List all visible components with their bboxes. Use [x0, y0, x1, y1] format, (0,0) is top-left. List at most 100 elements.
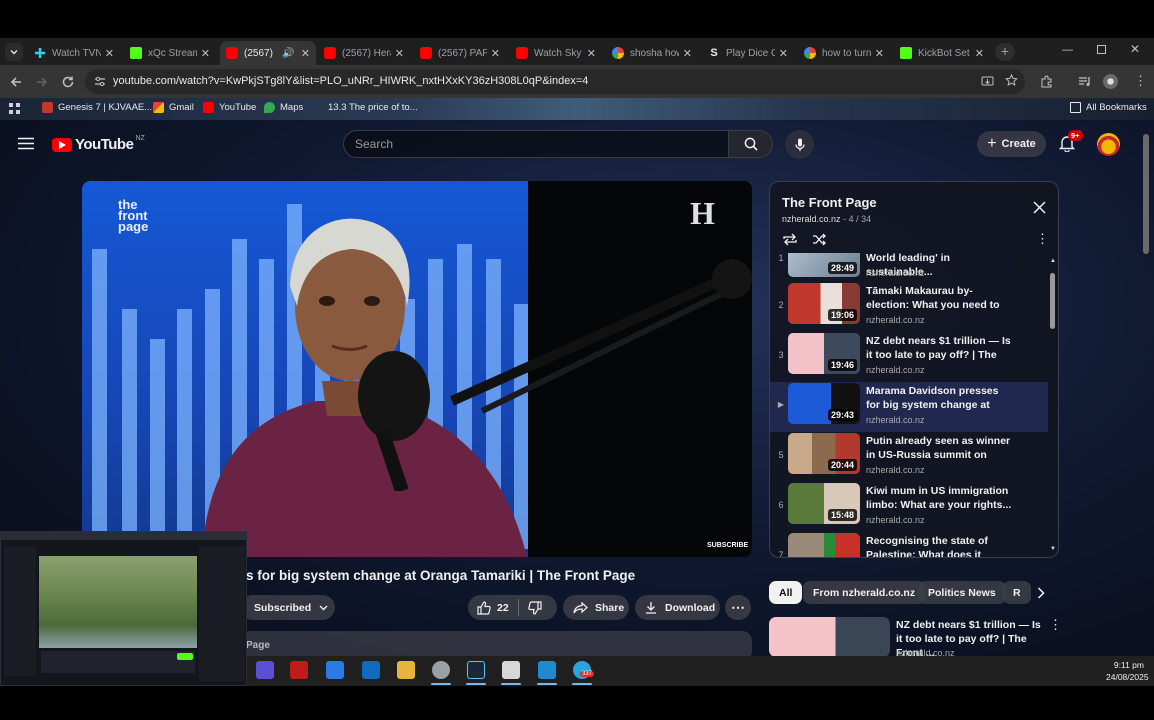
scroll-down-icon[interactable]: ▼ [1050, 546, 1056, 552]
close-icon[interactable]: ✕ [201, 47, 210, 60]
outlook-icon[interactable] [362, 661, 380, 679]
chevron-right-icon[interactable] [1037, 587, 1045, 599]
playlist-item-current[interactable]: ▶ 29:43 Marama Davidson presses for big … [770, 382, 1048, 432]
bookmark-maps[interactable]: Maps [264, 102, 303, 113]
close-icon[interactable]: ✕ [301, 47, 310, 60]
like-button[interactable]: 22 [477, 595, 509, 620]
system-clock[interactable]: 9:11 pm 24/08/2025 [1106, 659, 1149, 683]
related-menu-icon[interactable]: ⋮ [1049, 618, 1062, 632]
more-actions-button[interactable]: ⋯ [725, 595, 751, 620]
minimize-button[interactable]: — [1062, 44, 1073, 56]
playlist-menu-icon[interactable]: ⋮ [1036, 232, 1049, 246]
stream-dashboard-overlay[interactable] [0, 531, 247, 686]
playlist-channel[interactable]: nzherald.co.nz [782, 214, 841, 224]
bookmark-youtube[interactable]: YouTube [203, 102, 256, 113]
scrollbar-thumb[interactable] [1050, 273, 1055, 329]
search-input[interactable]: Search [343, 130, 729, 158]
close-icon[interactable]: ✕ [587, 47, 596, 60]
create-button[interactable]: + Create [977, 131, 1046, 157]
notifications-button[interactable]: 9+ [1059, 130, 1083, 152]
site-info-icon[interactable] [94, 76, 106, 87]
tab-kickbot-set[interactable]: KickBot Set ✕ [894, 41, 990, 65]
speaker-icon[interactable]: 🔊 [282, 48, 294, 59]
description-box[interactable]: Page [240, 631, 752, 656]
overlay-live-button[interactable] [177, 653, 193, 660]
tab-how-to-turn[interactable]: how to turn ✕ [798, 41, 890, 65]
close-icon[interactable]: ✕ [975, 47, 984, 60]
apps-grid-icon[interactable] [9, 103, 21, 115]
thumbs-up-icon [477, 600, 491, 615]
playlist-item[interactable]: 5 20:44 Putin already seen as winner in … [770, 432, 1048, 482]
app-icon[interactable] [538, 661, 556, 679]
chrome-icon[interactable] [432, 661, 450, 679]
profile-avatar[interactable] [1103, 74, 1118, 89]
close-icon[interactable]: ✕ [779, 47, 788, 60]
playlist-scrollbar[interactable]: ▲ ▼ [1050, 258, 1056, 554]
bookmark-price-of[interactable]: 13.3 The price of to... [312, 102, 418, 113]
back-arrow-icon[interactable] [9, 75, 23, 89]
all-bookmarks[interactable]: All Bookmarks [1070, 102, 1147, 113]
youtube-logo[interactable]: YouTube NZ [52, 135, 145, 153]
share-button[interactable]: Share [563, 595, 629, 620]
chip-from-channel[interactable]: From nzherald.co.nz [803, 581, 926, 604]
file-explorer-icon[interactable] [397, 661, 415, 679]
install-app-icon[interactable] [981, 75, 994, 88]
close-icon[interactable]: ✕ [395, 47, 404, 60]
media-control-icon[interactable] [1078, 75, 1091, 88]
lightning-app-icon[interactable] [290, 661, 308, 679]
playlist-item[interactable]: 1 28:49 World leading' in sustainable...… [770, 253, 1048, 285]
close-icon[interactable]: ✕ [105, 47, 114, 60]
tab-youtube-hera[interactable]: (2567) Hera ✕ [318, 41, 410, 65]
video-player[interactable]: the front page H SUBSCRIBE [82, 181, 752, 557]
shuffle-icon[interactable] [812, 233, 827, 246]
chip-partial[interactable]: R [1003, 581, 1031, 604]
reload-icon[interactable] [61, 75, 75, 89]
bookmark-star-icon[interactable] [1005, 74, 1018, 87]
close-icon[interactable]: ✕ [683, 47, 692, 60]
browser-menu-icon[interactable]: ⋮ [1134, 73, 1147, 88]
playlist-item[interactable]: 2 19:06 Tāmaki Makaurau by-election: Wha… [770, 282, 1048, 332]
forward-arrow-icon[interactable] [35, 75, 49, 89]
tab-youtube-active[interactable]: (2567) 🔊 ✕ [220, 41, 316, 65]
download-button[interactable]: Download [635, 595, 720, 620]
app-icon[interactable] [256, 661, 274, 679]
tab-watch-tvn[interactable]: Watch TVN ✕ [28, 41, 120, 65]
playlist-item[interactable]: 3 19:46 NZ debt nears $1 trillion — Is i… [770, 332, 1048, 382]
tab-search-button[interactable] [5, 43, 23, 61]
tab-youtube-pap[interactable]: (2567) PAP ✕ [414, 41, 506, 65]
address-bar[interactable]: youtube.com/watch?v=KwPkjSTg8lY&list=PLO… [85, 69, 1025, 94]
close-icon[interactable]: ✕ [491, 47, 500, 60]
close-icon[interactable] [1033, 201, 1046, 214]
page-scrollbar-thumb[interactable] [1143, 134, 1149, 254]
store-icon[interactable] [326, 661, 344, 679]
playlist-item[interactable]: 7 Recognising the state of Palestine: Wh… [770, 532, 1048, 557]
maximize-button[interactable] [1097, 45, 1106, 54]
playlist-title[interactable]: The Front Page [782, 195, 877, 210]
tab-shosha-how[interactable]: shosha how ✕ [606, 41, 698, 65]
notepad-icon[interactable] [502, 661, 520, 679]
hamburger-menu-icon[interactable] [18, 137, 34, 150]
chip-politics-news[interactable]: Politics News [918, 581, 1006, 604]
playlist-item[interactable]: 6 15:48 Kiwi mum in US immigration limbo… [770, 482, 1048, 532]
search-button[interactable] [729, 130, 773, 158]
tab-xqc-stream[interactable]: xQc Stream ✕ [124, 41, 216, 65]
related-video[interactable]: NZ debt nears $1 trillion — Is it too la… [769, 617, 1062, 656]
voice-search-button[interactable] [785, 130, 814, 159]
steam-icon[interactable] [467, 661, 485, 679]
bookmark-gmail[interactable]: Gmail [153, 102, 194, 113]
loop-icon[interactable] [782, 233, 798, 246]
bookmark-genesis[interactable]: Genesis 7 | KJVAAE... [42, 102, 152, 113]
new-tab-button[interactable]: + [995, 43, 1015, 61]
subscribed-button[interactable]: Subscribed [240, 595, 335, 620]
tab-watch-sky[interactable]: Watch Sky ✕ [510, 41, 602, 65]
subscribe-watermark: SUBSCRIBE [707, 542, 749, 549]
thumbs-down-icon[interactable] [527, 600, 542, 615]
scroll-up-icon[interactable]: ▲ [1050, 258, 1056, 264]
extensions-icon[interactable] [1040, 75, 1053, 88]
window-close-button[interactable]: ✕ [1130, 42, 1140, 56]
tab-play-dice[interactable]: S Play Dice C ✕ [702, 41, 794, 65]
playlist-item-channel: nzherald.co.nz [866, 268, 925, 278]
close-icon[interactable]: ✕ [875, 47, 884, 60]
account-avatar[interactable] [1097, 133, 1120, 156]
chip-all[interactable]: All [769, 581, 803, 604]
